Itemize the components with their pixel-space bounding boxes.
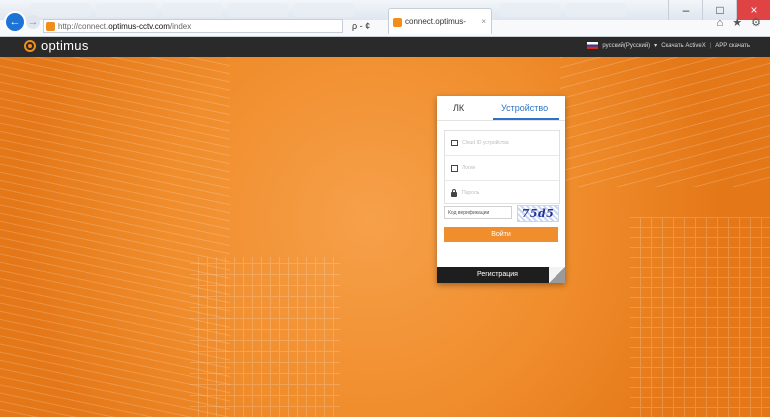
background-tab[interactable] xyxy=(500,3,560,17)
arrow-left-icon: ← xyxy=(9,16,21,28)
tab-close-icon[interactable]: × xyxy=(481,9,486,35)
captcha-input[interactable] xyxy=(444,206,512,219)
login-tabs: ЛК Устройство xyxy=(437,96,565,121)
arrow-right-icon: → xyxy=(27,16,39,28)
tab-favicon-icon xyxy=(393,18,402,27)
building-right xyxy=(630,217,770,417)
browser-tabstrip: – □ × xyxy=(0,0,770,20)
login-fields xyxy=(444,130,560,204)
logo-text[interactable]: optimus xyxy=(41,38,89,53)
back-button[interactable]: ← xyxy=(6,13,24,31)
optimus-logo-icon xyxy=(24,40,36,52)
tab-device[interactable]: Устройство xyxy=(501,103,548,113)
address-domain: optimus-cctv.com xyxy=(108,22,170,31)
page-curl-icon xyxy=(549,267,565,283)
captcha-image[interactable]: 75d5 xyxy=(517,205,559,222)
building-top-right xyxy=(560,57,770,187)
background-image xyxy=(0,57,770,417)
site-header: optimus русский(Русский) ▾ Скачать Activ… xyxy=(0,37,770,57)
background-tab[interactable] xyxy=(96,3,156,17)
login-input[interactable] xyxy=(462,162,554,174)
register-label[interactable]: Регистрация xyxy=(477,271,518,278)
site-favicon-icon xyxy=(46,22,55,31)
background-tab[interactable] xyxy=(30,3,90,17)
lock-icon xyxy=(451,189,457,197)
forward-button[interactable]: → xyxy=(26,15,40,29)
login-button[interactable]: Войти xyxy=(444,227,558,242)
building-center xyxy=(190,257,340,417)
login-field xyxy=(445,156,559,181)
language-select[interactable]: русский(Русский) xyxy=(602,43,650,49)
toolbar-icons[interactable]: ⌂ ★ ⚙ xyxy=(717,16,764,29)
background-tab[interactable] xyxy=(294,3,354,17)
active-tab-indicator xyxy=(493,118,559,120)
background-tab[interactable] xyxy=(162,3,222,17)
cloud-id-input[interactable] xyxy=(462,137,554,149)
active-browser-tab[interactable]: connect.optimus-cctv.com × xyxy=(388,8,492,52)
address-path: http://connect. xyxy=(58,22,109,31)
chevron-down-icon[interactable]: ▾ xyxy=(654,42,657,49)
tab-lk[interactable]: ЛК xyxy=(453,103,464,113)
download-activex-link[interactable]: Скачать ActiveX xyxy=(661,43,706,49)
header-links: русский(Русский) ▾ Скачать ActiveX | APP… xyxy=(587,42,750,49)
login-card: ЛК Устройство 75d5 Войти Регистрация xyxy=(437,96,565,283)
window-minimize-button[interactable]: – xyxy=(668,0,703,20)
cloud-id-field xyxy=(445,131,559,156)
address-tools[interactable]: ρ - ¢ xyxy=(352,19,370,33)
russia-flag-icon xyxy=(587,42,599,49)
address-bar[interactable]: http://connect.optimus-cctv.com/index xyxy=(43,19,343,33)
password-input[interactable] xyxy=(462,187,554,199)
background-tab[interactable] xyxy=(566,3,626,17)
register-bar[interactable]: Регистрация xyxy=(437,267,565,283)
app-download-link[interactable]: APP скачать xyxy=(715,43,750,49)
background-tab[interactable] xyxy=(228,3,288,17)
browser-navbar: ← → http://connect.optimus-cctv.com/inde… xyxy=(0,8,770,52)
header-separator: | xyxy=(709,42,712,49)
user-icon xyxy=(451,165,458,172)
password-field xyxy=(445,181,559,205)
device-id-icon xyxy=(451,140,458,146)
address-rest: /index xyxy=(169,22,192,31)
